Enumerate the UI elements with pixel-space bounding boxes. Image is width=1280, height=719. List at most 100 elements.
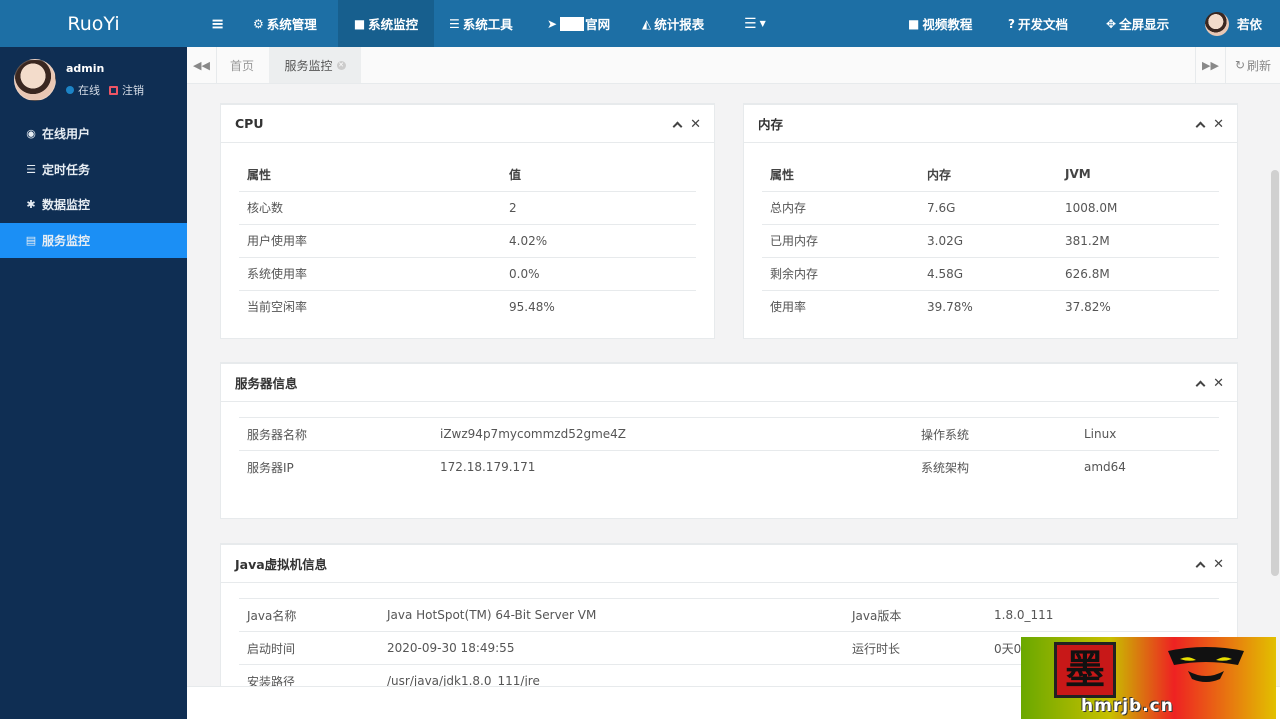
cell: Java HotSpot(TM) 64-Bit Server VM: [379, 598, 844, 632]
user-name: admin: [66, 62, 105, 75]
redacted-block: [560, 16, 585, 31]
cell: 系统使用率: [239, 257, 501, 291]
table-row: 使用率 39.78% 37.82%: [762, 290, 1219, 323]
panel-tools: ✕: [1195, 557, 1224, 572]
cell: [844, 665, 986, 687]
collapse-icon[interactable]: [1195, 380, 1206, 391]
table-row: 系统使用率 0.0%: [239, 257, 696, 291]
nav-system-monitor[interactable]: ■ 系统监控: [338, 0, 434, 47]
cell: 服务器名称: [239, 417, 432, 451]
nav-label: 统计报表: [654, 17, 705, 32]
nav-dev-docs[interactable]: ? 开发文档: [1008, 0, 1068, 47]
sidebar-item-online-users[interactable]: ◉ 在线用户: [0, 116, 187, 152]
nav-user-menu[interactable]: 若依: [1205, 0, 1262, 47]
refresh-button[interactable]: ↻ 刷新: [1225, 47, 1280, 83]
menu-toggle-icon[interactable]: ≡: [211, 0, 224, 47]
cell: 使用率: [770, 300, 807, 315]
collapse-icon[interactable]: [672, 121, 683, 132]
nav-system-management[interactable]: ⚙ 系统管理: [253, 0, 317, 47]
table-row: 核心数 2: [239, 191, 696, 225]
content-scrollbar[interactable]: [1271, 170, 1279, 576]
cell: 4.02%: [501, 224, 696, 258]
bug-icon: ✱: [26, 198, 36, 212]
server-info-panel-title: 服务器信息 ✕: [221, 364, 1237, 402]
sign-out-icon[interactable]: [109, 85, 118, 95]
cell: 1008.0M: [1057, 191, 1219, 225]
cell: 4.58G: [919, 257, 1057, 291]
cell: 2: [501, 191, 696, 225]
sidebar-item-label: 定时任务: [42, 162, 91, 177]
close-icon[interactable]: ✕: [1213, 117, 1224, 132]
tab-close-icon[interactable]: ✕: [336, 60, 346, 70]
server-info-panel: 服务器信息 ✕ 服务器名称 iZwz94p7mycommzd52gme4Z 操作…: [220, 362, 1238, 519]
cell: 95.48%: [509, 299, 555, 314]
cpu-panel-title: CPU ✕: [221, 105, 714, 143]
app-logo[interactable]: RuoYi: [0, 0, 187, 47]
panel-title: 内存: [758, 117, 784, 132]
watermark-text: hmrjb.cn: [1081, 696, 1174, 716]
cell: 系统架构: [921, 460, 970, 475]
nav-label: 系统监控: [368, 17, 419, 32]
list-icon: ☰: [744, 15, 757, 32]
tab-label: 服务监控: [284, 58, 333, 73]
nav-more-dropdown[interactable]: ☰ ▼: [744, 0, 766, 47]
cell: 当前空闲率: [247, 300, 308, 315]
nav-label: 系统管理: [266, 17, 317, 32]
nav-system-tools[interactable]: ☰ 系统工具: [449, 0, 513, 47]
cell: 1.8.0_111: [986, 598, 1219, 632]
cell: 3.02G: [919, 224, 1057, 258]
arrows-alt-icon: ✥: [1106, 16, 1117, 31]
cell: 核心数: [239, 191, 501, 225]
logout-link[interactable]: 注销: [122, 82, 144, 98]
watermark: 墨 hmrjb.cn: [1021, 637, 1276, 719]
panel-tools: ✕: [1195, 376, 1224, 391]
close-icon[interactable]: ✕: [1213, 557, 1224, 572]
table-header: 属性 内存 JVM: [762, 158, 1219, 192]
server-info-table: 服务器名称 iZwz94p7mycommzd52gme4Z 操作系统 Linux…: [239, 417, 1219, 484]
cell: 操作系统: [913, 417, 1076, 451]
close-icon[interactable]: ✕: [1213, 376, 1224, 391]
table-row: 已用内存 3.02G 381.2M: [762, 224, 1219, 258]
nav-fullscreen[interactable]: ✥ 全屏显示: [1106, 0, 1169, 47]
nav-video-tutorial[interactable]: ■ 视频教程: [908, 0, 972, 47]
main-content: CPU ✕ 属性 值 核心数 2 用户使用率 4.02% 系统使用率 0.0% 当前空…: [187, 84, 1280, 686]
close-icon[interactable]: ✕: [690, 117, 701, 132]
collapse-icon[interactable]: [1195, 121, 1206, 132]
nav-label: 系统工具: [462, 17, 513, 32]
column-header: JVM: [1057, 158, 1219, 192]
sidebar-item-label: 数据监控: [42, 198, 91, 213]
nav-official-site[interactable]: ➤ 官网: [547, 0, 610, 47]
tab-scroll-right-icon[interactable]: ▶▶: [1195, 47, 1225, 83]
collapse-icon[interactable]: [1195, 561, 1206, 572]
server-icon: ▤: [25, 233, 37, 247]
tab-home[interactable]: 首页: [217, 47, 267, 83]
cell: Java版本: [844, 598, 986, 632]
top-navbar: ≡ ⚙ 系统管理 ■ 系统监控 ☰ 系统工具 ➤ 官网 ◭ 统计报表 ☰ ▼ ■…: [187, 0, 1280, 47]
user-circle-icon: ◉: [26, 127, 36, 141]
table-header: 属性 值: [239, 158, 696, 192]
cell: 启动时间: [239, 631, 379, 665]
cell: Linux: [1076, 417, 1219, 451]
sidebar-item-server-monitor[interactable]: ▤ 服务监控: [0, 222, 187, 258]
avatar[interactable]: [14, 59, 56, 101]
tab-scroll-left-icon[interactable]: ◀◀: [187, 47, 217, 83]
table-row: Java名称 Java HotSpot(TM) 64-Bit Server VM…: [239, 598, 1219, 632]
tab-server-monitor[interactable]: 服务监控 ✕: [269, 47, 361, 83]
memory-panel: 内存 ✕ 属性 内存 JVM 总内存 7.6G 1008.0M 已用内存 3.02G 3…: [743, 103, 1238, 339]
tasks-icon: ☰: [26, 162, 36, 176]
sidebar-item-label: 服务监控: [42, 233, 91, 248]
sidebar-item-data-monitor[interactable]: ✱ 数据监控: [0, 187, 187, 223]
sidebar-item-scheduled-tasks[interactable]: ☰ 定时任务: [0, 152, 187, 188]
cell: 总内存: [762, 191, 919, 225]
cell: 37.82%: [1065, 299, 1111, 314]
cell: 2020-09-30 18:49:55: [379, 631, 844, 665]
cell: amd64: [1084, 460, 1126, 475]
panel-tools: ✕: [672, 117, 701, 132]
column-header: 值: [501, 158, 696, 192]
question-circle-icon: ?: [1008, 16, 1015, 31]
tab-label: 首页: [229, 58, 254, 73]
panel-title: 服务器信息: [235, 376, 298, 391]
nav-reports[interactable]: ◭ 统计报表: [642, 0, 704, 47]
cell: 运行时长: [844, 631, 986, 665]
cell: 626.8M: [1057, 257, 1219, 291]
